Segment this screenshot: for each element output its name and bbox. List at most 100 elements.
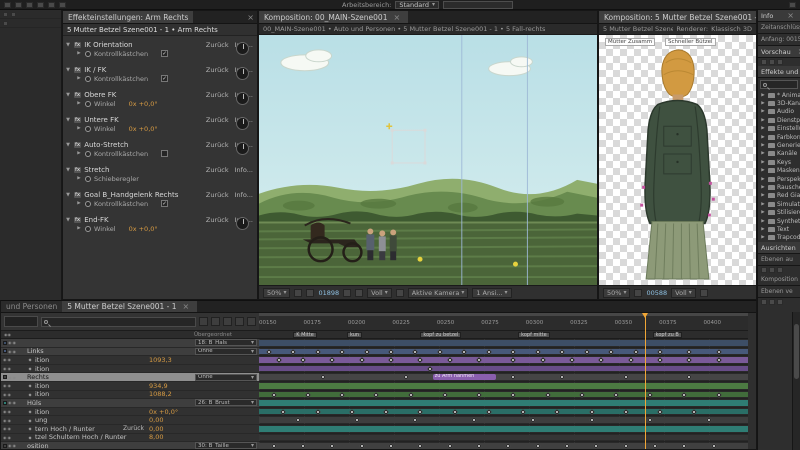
twirl-icon[interactable]: ▶ <box>76 101 82 106</box>
comp-marker[interactable]: kopf zu B <box>652 332 682 338</box>
row-value[interactable]: 1088,2 <box>149 390 193 398</box>
checkbox[interactable]: ✓ <box>161 75 169 82</box>
tab-composition-main[interactable]: Komposition: 00_MAIN-Szene001 × <box>259 11 409 23</box>
play-icon[interactable] <box>769 59 775 65</box>
comp-marker[interactable]: kopf mitte <box>518 332 550 338</box>
frame-blending-icon[interactable] <box>235 317 244 326</box>
timeline-row[interactable]: ◉ ◉ Links Ohne ▾ <box>1 347 259 357</box>
effect-reset-link[interactable]: Zurück <box>206 41 229 49</box>
eye-icon[interactable]: ◉ <box>3 383 7 388</box>
selection-tool-icon[interactable] <box>4 1 11 8</box>
parent-dropdown[interactable]: 30: B_Taille ▾ <box>195 442 257 449</box>
effect-reset-link[interactable]: Zurück <box>206 141 229 149</box>
timeline-row[interactable]: ◉ ◉ Rechts Ohne ▾ <box>1 373 259 382</box>
camera-tool-icon[interactable] <box>48 1 55 8</box>
twirl-icon[interactable]: ▶ <box>76 51 82 56</box>
twirl-icon[interactable]: ▶ <box>76 126 82 131</box>
timeline-row[interactable]: ◉ ◉ osition 30: B_Taille ▾ <box>1 442 259 449</box>
timeline-row[interactable]: ◉ ◉ ◆ ition 1088,2 <box>1 390 259 400</box>
twirl-icon[interactable]: ▶ <box>76 151 82 156</box>
workspace-search-input[interactable] <box>442 0 513 9</box>
timeline-row[interactable]: ◉ ◉ ◆ tzel Schultern Hoch / Runter 8,00 <box>1 433 259 443</box>
composition-canvas-character[interactable]: Mütter Zusamm Schneller Bützel <box>599 35 756 285</box>
solo-icon[interactable]: ◉ <box>13 340 17 345</box>
layer-duration-bar[interactable] <box>259 382 748 389</box>
eye-icon[interactable]: ◉ <box>8 443 12 448</box>
effect-name[interactable]: Auto-Stretch <box>84 141 200 149</box>
solo-icon[interactable]: ◉ <box>13 400 17 405</box>
twirl-icon[interactable]: ▼ <box>65 67 71 73</box>
effect-name[interactable]: Goal B_Handgelenk Rechts <box>84 191 200 199</box>
eye-icon[interactable]: ◉ <box>3 357 7 362</box>
twirl-icon[interactable]: ▶ <box>760 168 766 173</box>
keyframe-navigator-icon[interactable]: ◆ <box>27 435 33 440</box>
effect-category-item[interactable]: ▶ Einstellunge... <box>758 125 800 133</box>
effect-category-item[interactable]: ▶ Kanäle <box>758 150 800 158</box>
scrollbar-thumb[interactable] <box>794 324 799 379</box>
zoom-tool-icon[interactable] <box>26 1 33 8</box>
keyframe-navigator-icon[interactable]: ◆ <box>27 392 33 397</box>
grid-guides-icon[interactable] <box>294 288 303 297</box>
stopwatch-icon[interactable] <box>85 200 91 207</box>
solo-icon[interactable]: ◉ <box>8 392 12 397</box>
tab-composition-character[interactable]: Komposition: 5 Mutter Betzel Szene001 - … <box>599 11 756 23</box>
current-time-display[interactable] <box>4 316 38 327</box>
row-value[interactable]: 0x +0,0° <box>149 408 193 416</box>
timeline-scrollbar[interactable] <box>792 312 800 450</box>
tab-info[interactable]: Info × <box>758 10 800 22</box>
parent-dropdown[interactable]: Ohne ▾ <box>195 347 257 355</box>
twirl-icon[interactable]: ▶ <box>760 109 766 114</box>
pan-behind-tool-icon[interactable] <box>59 1 66 8</box>
close-icon[interactable]: × <box>390 13 403 22</box>
twirl-icon[interactable]: ▶ <box>76 226 82 231</box>
reset-link[interactable]: Zurück <box>123 425 144 432</box>
distribute-top-icon[interactable] <box>761 299 767 306</box>
parent-dropdown[interactable]: 26: B_Brust ▾ <box>195 399 257 407</box>
tab-effects-presets[interactable]: Effekte und× <box>758 66 800 78</box>
comp-marker[interactable]: kun <box>347 332 363 338</box>
eye-icon[interactable]: ◉ <box>8 340 12 345</box>
effect-reset-link[interactable]: Zurück <box>206 116 229 124</box>
timeline-row[interactable]: ◉ ◉ ◆ ition 1093,3 <box>1 356 259 365</box>
layer-color-swatch[interactable] <box>3 400 7 405</box>
effect-category-item[interactable]: ▶ Keys <box>758 158 800 166</box>
stopwatch-icon[interactable] <box>85 100 91 107</box>
effect-category-item[interactable]: ▶ Simulation <box>758 200 800 208</box>
angle-dial[interactable] <box>236 42 249 55</box>
tab-effect-controls[interactable]: Effekteinstellungen: Arm Rechts <box>63 11 194 23</box>
solo-icon[interactable]: ◉ <box>8 366 12 371</box>
angle-dial[interactable] <box>236 217 249 230</box>
roi-icon[interactable] <box>395 288 404 297</box>
solo-icon[interactable]: ◉ <box>8 426 12 431</box>
grid-guides-icon[interactable] <box>634 288 643 297</box>
channel-icon[interactable] <box>355 288 364 297</box>
layer-color-swatch[interactable] <box>3 443 7 448</box>
eye-icon[interactable]: ◉ <box>3 418 7 423</box>
solo-icon[interactable]: ◉ <box>13 349 17 354</box>
twirl-icon[interactable]: ▶ <box>76 176 82 181</box>
layer-color-swatch[interactable] <box>3 375 7 380</box>
angle-dial[interactable] <box>236 117 249 130</box>
twirl-icon[interactable]: ▼ <box>65 167 71 173</box>
property-value[interactable]: 0x +0,0° <box>129 125 158 133</box>
checkbox[interactable] <box>161 150 169 157</box>
eye-icon[interactable]: ◉ <box>3 392 7 397</box>
close-icon[interactable]: × <box>784 11 797 20</box>
twirl-icon[interactable]: ▼ <box>65 42 71 48</box>
time-ruler[interactable]: 00150 00175 00200 00225 00250 00275 00300 00325… <box>259 313 748 331</box>
magnification-dropdown[interactable]: 50% ▾ <box>603 287 631 298</box>
draft-3d-icon[interactable] <box>211 317 220 326</box>
solo-icon[interactable]: ◉ <box>13 443 17 448</box>
twirl-icon[interactable]: ▶ <box>760 143 766 148</box>
twirl-icon[interactable]: ▼ <box>65 92 71 98</box>
current-time-field[interactable]: 00588 <box>646 289 667 297</box>
stopwatch-icon[interactable] <box>85 50 91 57</box>
camera-dropdown[interactable]: Aktive Kamera ▾ <box>407 287 469 298</box>
align-right-icon[interactable] <box>777 267 783 274</box>
layer-duration-bar[interactable] <box>259 374 748 380</box>
row-value[interactable]: 8,00 <box>149 433 193 441</box>
mask-visibility-icon[interactable] <box>306 288 315 297</box>
renderer-value[interactable]: Klassisch 3D <box>711 25 752 33</box>
twirl-icon[interactable]: ▶ <box>760 193 766 198</box>
align-center-icon[interactable] <box>769 267 775 274</box>
